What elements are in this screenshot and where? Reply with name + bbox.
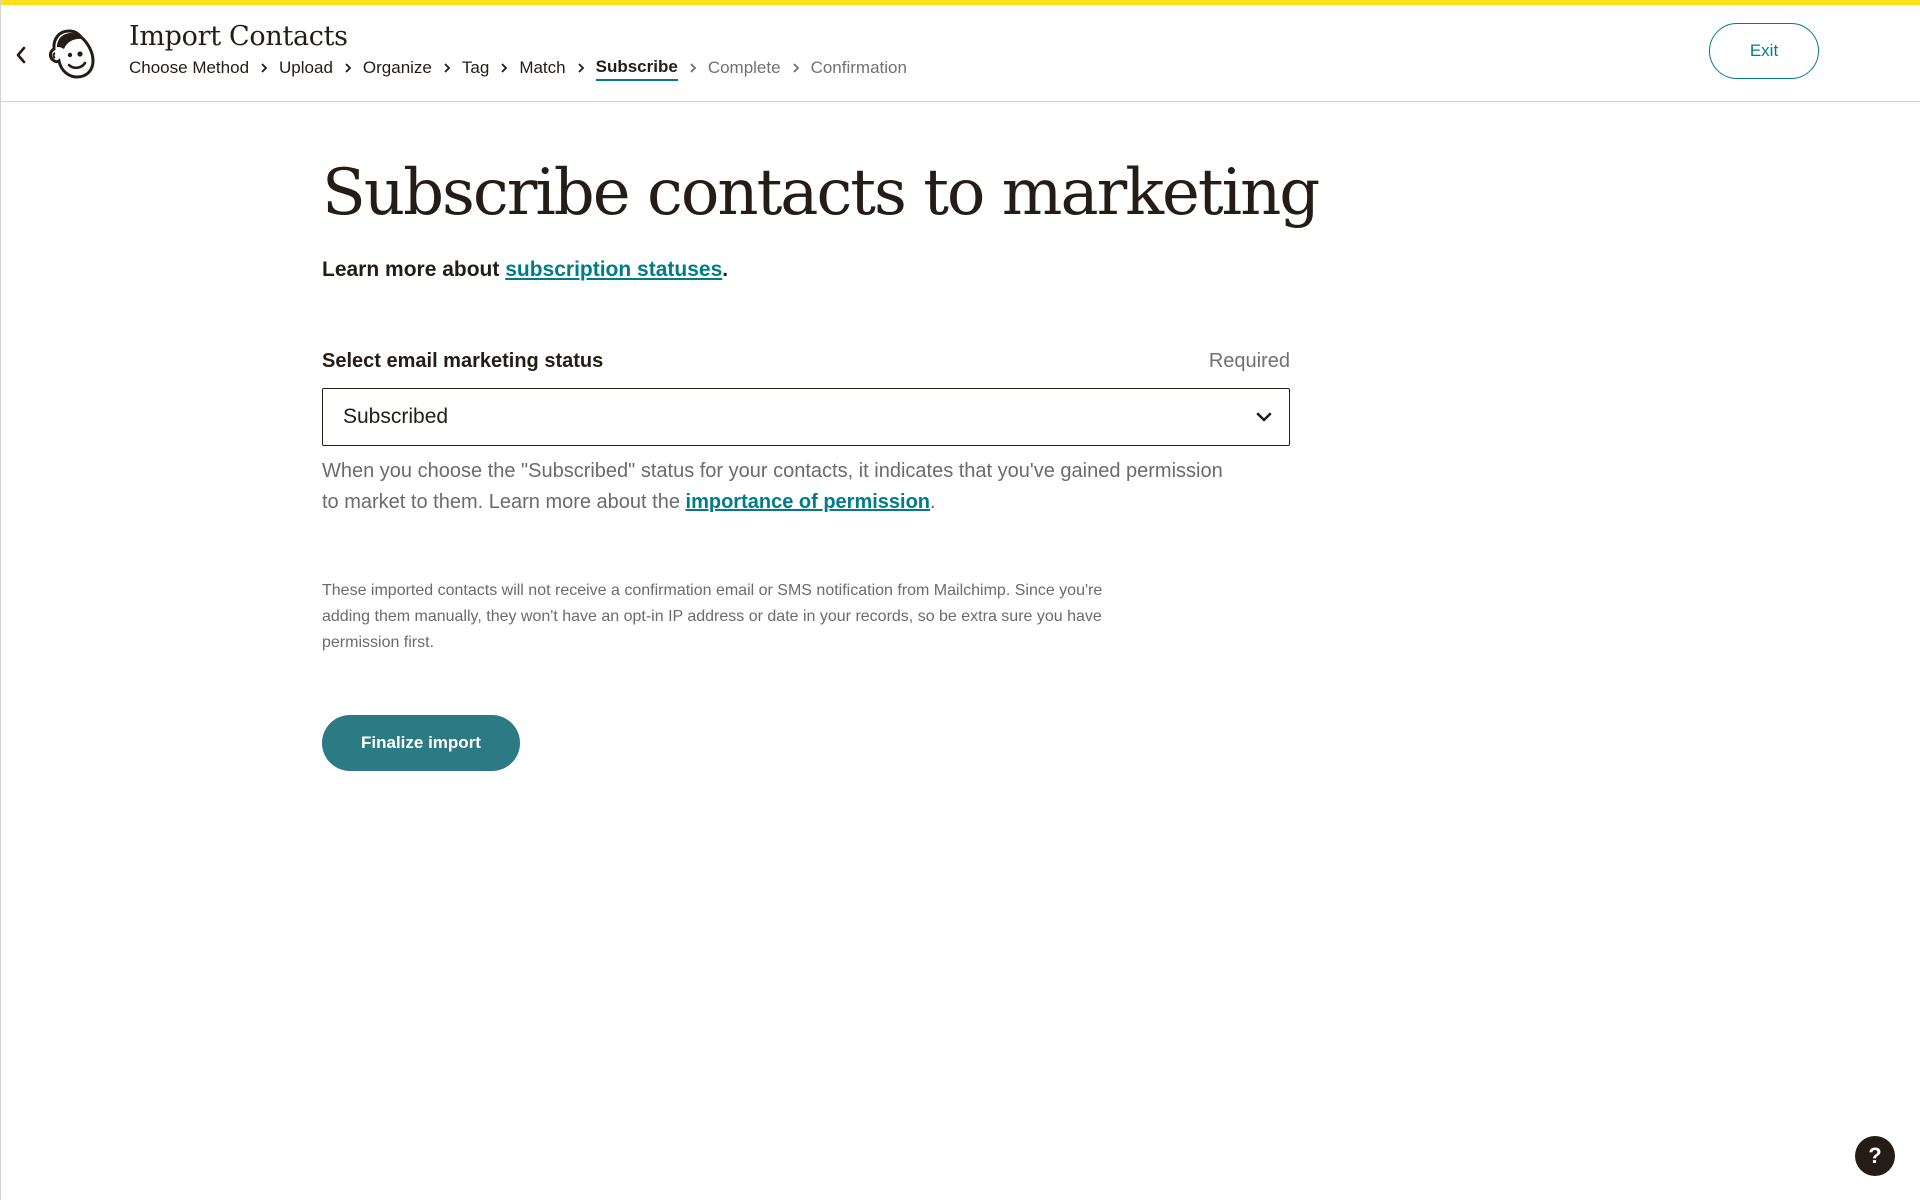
- breadcrumb-subscribe[interactable]: Subscribe: [595, 57, 678, 81]
- breadcrumb-upload[interactable]: Upload: [279, 58, 333, 78]
- page-title: Import Contacts: [129, 21, 348, 52]
- exit-button[interactable]: Exit: [1709, 23, 1819, 79]
- importance-of-permission-link[interactable]: importance of permission: [686, 491, 931, 513]
- required-label: Required: [1208, 350, 1290, 372]
- top-header: Import Contacts Choose Method Upload Org…: [1, 5, 1920, 102]
- learn-more-prefix: Learn more about: [322, 258, 506, 281]
- question-icon: ?: [1868, 1143, 1882, 1168]
- page-heading: Subscribe contacts to marketing: [322, 156, 1320, 230]
- mailchimp-freddie-logo-icon: [49, 29, 95, 79]
- subscription-statuses-link[interactable]: subscription statuses: [505, 258, 722, 281]
- chevron-right-icon: [781, 62, 811, 74]
- breadcrumb-confirmation: Confirmation: [810, 58, 907, 77]
- learn-more-text: Learn more about subscription statuses.: [322, 258, 728, 282]
- chevron-right-icon: [333, 62, 363, 74]
- back-button[interactable]: [11, 43, 31, 67]
- email-marketing-status-select[interactable]: Subscribed: [322, 388, 1290, 446]
- chevron-right-icon: [432, 62, 462, 74]
- breadcrumb-choose-method[interactable]: Choose Method: [129, 58, 249, 78]
- select-value: Subscribed: [343, 405, 449, 428]
- chevron-right-icon: [249, 62, 279, 74]
- finalize-import-button[interactable]: Finalize import: [322, 715, 520, 771]
- chevron-down-icon: [1256, 412, 1272, 422]
- learn-more-suffix: .: [722, 258, 729, 281]
- chevron-right-icon: [566, 62, 596, 74]
- chevron-left-icon: [16, 46, 26, 64]
- breadcrumb-match[interactable]: Match: [519, 58, 565, 78]
- status-help-text: When you choose the "Subscribed" status …: [322, 456, 1242, 518]
- breadcrumb: Choose Method Upload Organize Tag Match …: [129, 55, 907, 81]
- breadcrumb-tag[interactable]: Tag: [462, 58, 489, 78]
- breadcrumb-complete: Complete: [707, 58, 781, 77]
- help-button[interactable]: ?: [1855, 1136, 1895, 1176]
- import-notice: These imported contacts will not receive…: [322, 582, 1103, 651]
- chevron-right-icon: [678, 62, 708, 74]
- chevron-right-icon: [489, 62, 519, 74]
- help-text-suffix: .: [930, 491, 936, 513]
- breadcrumb-organize[interactable]: Organize: [363, 58, 432, 78]
